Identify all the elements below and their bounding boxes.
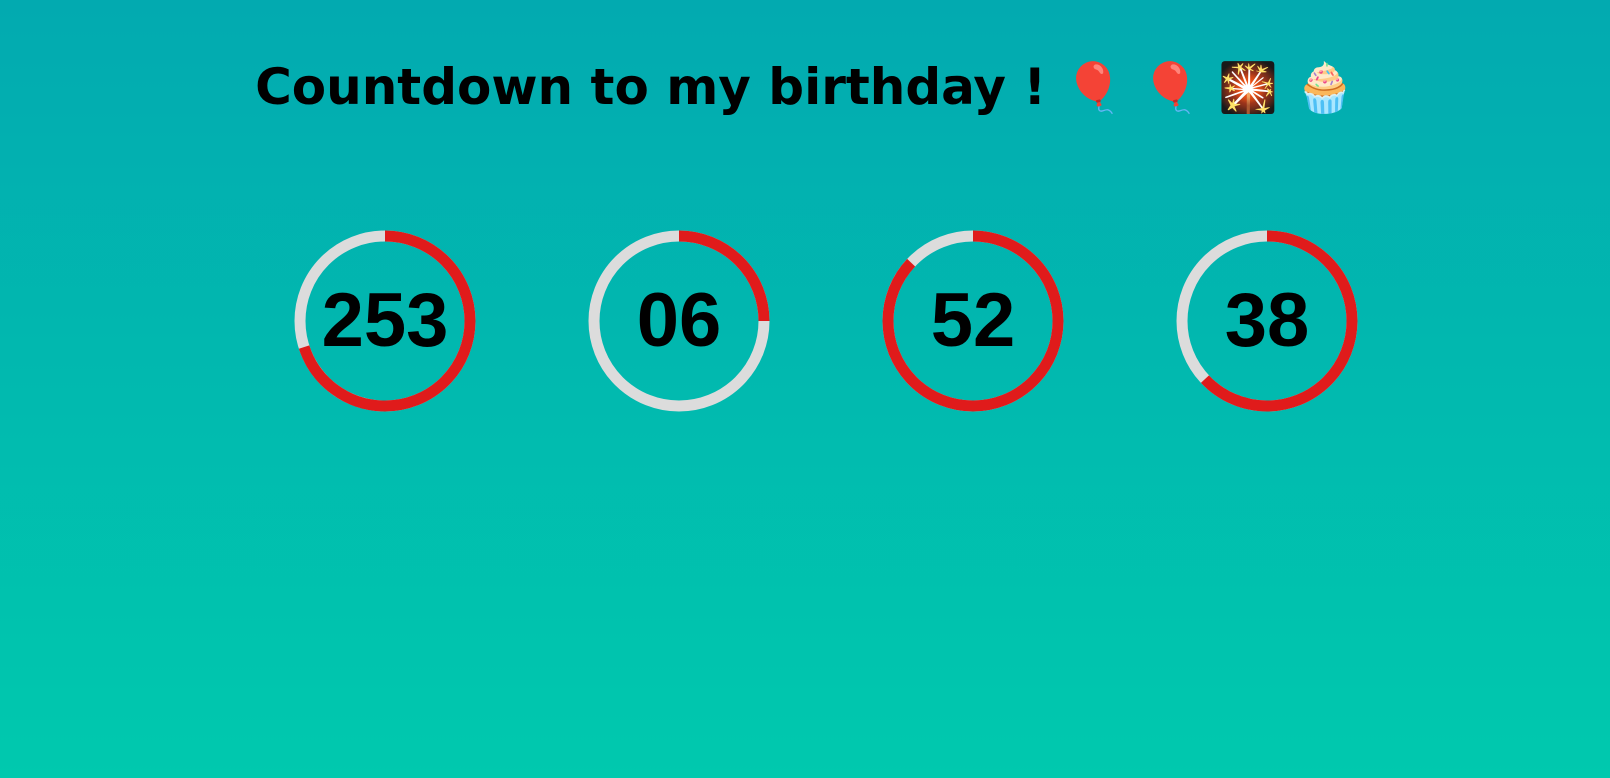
days-counter: 253 <box>294 230 476 412</box>
hours-counter: 06 <box>588 230 770 412</box>
days-value: 253 <box>321 278 449 363</box>
cupcake-icon: 🧁 <box>1295 60 1355 116</box>
page-title: Countdown to my birthday ! 🎈 🎈 🎇 🧁 <box>0 58 1610 116</box>
minutes-value: 52 <box>930 278 1016 363</box>
balloon-icon: 🎈 <box>1063 60 1124 116</box>
seconds-counter: 38 <box>1176 230 1358 412</box>
hours-value: 06 <box>636 278 722 363</box>
title-text: Countdown to my birthday ! <box>255 58 1047 116</box>
countdown-rings: 253 06 52 38 <box>0 230 1610 420</box>
sparkler-icon: 🎇 <box>1217 60 1278 116</box>
seconds-value: 38 <box>1224 278 1310 363</box>
balloon-icon: 🎈 <box>1140 60 1201 116</box>
minutes-counter: 52 <box>882 230 1064 412</box>
